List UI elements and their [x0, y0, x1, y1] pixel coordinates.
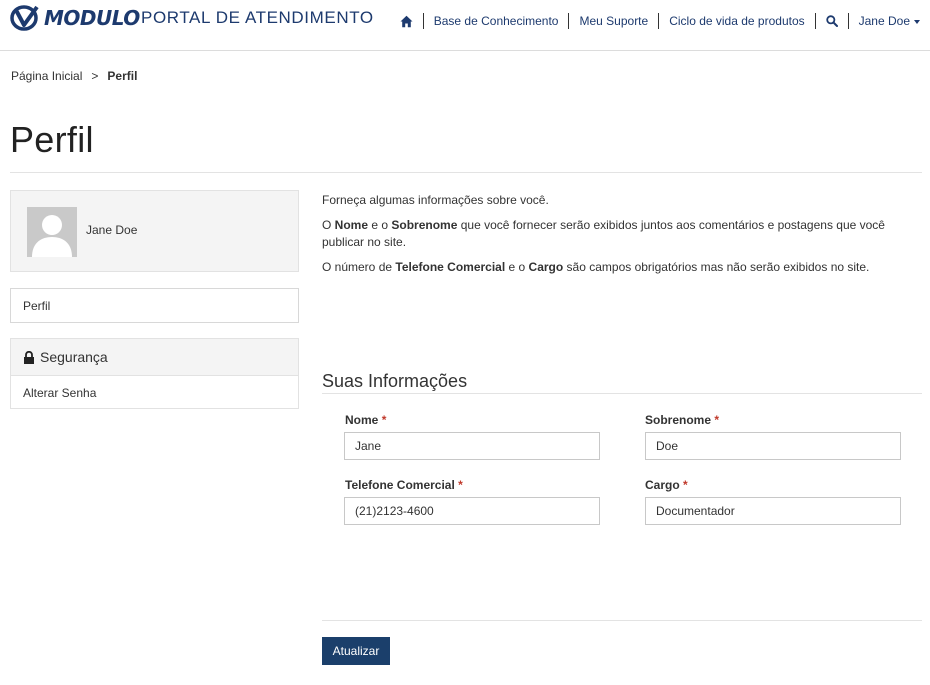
portal-title: PORTAL DE ATENDIMENTO [141, 8, 374, 27]
profile-menu: Perfil [10, 288, 299, 323]
last-name-label: Sobrenome * [645, 413, 720, 427]
change-password-link[interactable]: Alterar Senha [23, 386, 96, 400]
breadcrumb: Página Inicial > Perfil [11, 69, 137, 83]
security-panel: Segurança Alterar Senha [10, 338, 299, 409]
nav-meu-suporte[interactable]: Meu Suporte [568, 13, 658, 29]
profile-name: Jane Doe [86, 223, 138, 237]
avatar [27, 207, 77, 257]
job-title-label: Cargo * [645, 478, 688, 492]
profile-card: Jane Doe [10, 190, 299, 272]
intro-p1: Forneça algumas informações sobre você. [322, 193, 549, 207]
phone-field[interactable] [344, 497, 600, 525]
site-header: MODULO PORTAL DE ATENDIMENTO Base de Con… [0, 0, 930, 51]
nav-base-conhecimento[interactable]: Base de Conhecimento [422, 13, 569, 29]
user-menu[interactable]: Jane Doe [847, 13, 930, 29]
security-heading-label: Segurança [40, 349, 108, 365]
intro-text: Forneça algumas informações sobre você. … [322, 192, 912, 284]
user-avatar-icon [27, 207, 77, 257]
breadcrumb-current: Perfil [107, 69, 138, 83]
security-heading: Segurança [11, 339, 298, 376]
intro-p3: O número de Telefone Comercial e o Cargo… [322, 260, 870, 274]
update-button[interactable]: Atualizar [322, 637, 390, 665]
title-divider [10, 172, 922, 173]
phone-label: Telefone Comercial * [345, 478, 463, 492]
job-title-field[interactable] [645, 497, 901, 525]
top-nav: Base de Conhecimento Meu Suporte Ciclo d… [390, 10, 930, 32]
intro-p2: O Nome e o Sobrenome que você fornecer s… [322, 218, 885, 249]
search-icon [825, 15, 838, 27]
caret-down-icon [914, 20, 920, 24]
section-divider [322, 393, 922, 394]
last-name-field[interactable] [645, 432, 901, 460]
breadcrumb-separator: > [91, 69, 99, 83]
page-title: Perfil [10, 119, 94, 160]
logo[interactable]: MODULO [10, 5, 140, 31]
first-name-label: Nome * [345, 413, 387, 427]
modulo-logo-icon [10, 5, 39, 31]
nav-search[interactable] [814, 13, 848, 29]
lock-icon [24, 350, 34, 364]
user-menu-label: Jane Doe [858, 14, 910, 28]
logo-text: MODULO [44, 6, 140, 30]
first-name-field[interactable] [344, 432, 600, 460]
section-title: Suas Informações [322, 371, 468, 391]
breadcrumb-home[interactable]: Página Inicial [11, 69, 82, 83]
home-icon [400, 15, 413, 27]
nav-ciclo-vida[interactable]: Ciclo de vida de produtos [658, 13, 814, 29]
nav-home[interactable] [390, 13, 423, 29]
menu-item-perfil[interactable]: Perfil [23, 299, 50, 313]
form-footer-divider [322, 620, 922, 621]
